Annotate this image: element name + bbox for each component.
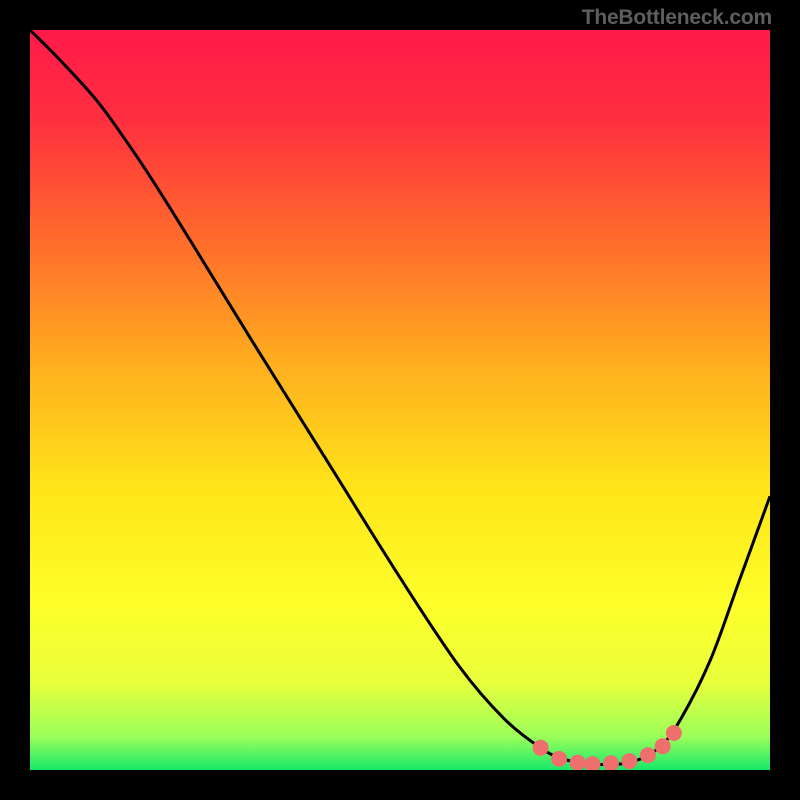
chart-svg [30,30,770,770]
marker-dot [551,751,567,767]
marker-dot [655,738,671,754]
marker-dot [621,753,637,769]
marker-dot [570,755,586,770]
marker-dot [640,747,656,763]
chart-frame [30,30,770,770]
watermark-text: TheBottleneck.com [582,6,772,30]
marker-dot [533,740,549,756]
chart-background [30,30,770,770]
marker-dot [666,725,682,741]
